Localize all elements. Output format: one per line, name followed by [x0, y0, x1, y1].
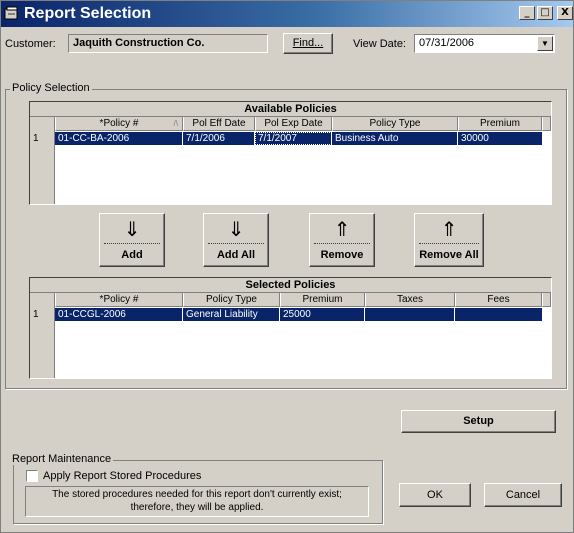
selected-policies-caption: Selected Policies [30, 278, 551, 293]
cell-exp-date: 7/1/2007 [255, 132, 332, 145]
col-premium[interactable]: Premium [280, 293, 365, 307]
add-button-label: Add [121, 249, 143, 261]
table-row[interactable]: 01-CC-BA-2006 7/1/2006 7/1/2007 Business… [55, 132, 543, 145]
button-divider [314, 243, 370, 244]
col-filler [542, 117, 551, 131]
available-policies-caption: Available Policies [30, 102, 551, 117]
customer-field: Jaquith Construction Co. [68, 34, 268, 53]
arrow-up-icon: ⇑ [333, 217, 351, 241]
col-filler [542, 293, 551, 307]
view-date-value: 07/31/2006 [419, 37, 475, 49]
remove-button[interactable]: ⇑ Remove [309, 213, 375, 267]
cell-eff-date: 7/1/2006 [183, 132, 255, 145]
col-policy-type[interactable]: Policy Type [183, 293, 280, 307]
policy-selection-title: Policy Selection [10, 82, 92, 94]
available-policies-grid[interactable]: Available Policies *Policy # /\ Pol Eff … [29, 101, 552, 205]
col-policy-number[interactable]: *Policy # /\ [55, 117, 183, 131]
remove-all-button[interactable]: ⇑ Remove All [414, 213, 484, 267]
col-fees[interactable]: Fees [455, 293, 542, 307]
app-icon [4, 6, 18, 20]
table-row[interactable]: 01-CCGL-2006 General Liability 25000 [55, 308, 543, 321]
setup-button[interactable]: Setup [401, 410, 556, 433]
cancel-button[interactable]: Cancel [484, 483, 562, 507]
col-pol-eff-date[interactable]: Pol Eff Date [183, 117, 255, 131]
col-pol-exp-date[interactable]: Pol Exp Date [255, 117, 332, 131]
note-line-2: therefore, they will be applied. [130, 502, 264, 513]
remove-all-button-label: Remove All [419, 249, 479, 261]
view-date-label: View Date: [353, 38, 406, 50]
find-button-label: Find... [292, 37, 324, 49]
report-selection-window: Report Selection _ □ X Customer: Jaquith… [0, 0, 574, 533]
report-maintenance-title: Report Maintenance [10, 453, 114, 465]
apply-procedures-checkbox[interactable] [26, 470, 38, 482]
button-divider [104, 243, 160, 244]
add-all-button[interactable]: ⇓ Add All [203, 213, 269, 267]
cell-fees [455, 308, 543, 321]
cell-premium: 25000 [280, 308, 365, 321]
window-title: Report Selection [24, 5, 152, 22]
cell-taxes [365, 308, 455, 321]
apply-procedures-label[interactable]: Apply Report Stored Procedures [43, 470, 201, 482]
cell-policy-type: Business Auto [332, 132, 458, 145]
view-date-select[interactable]: 07/31/2006 [414, 34, 555, 53]
note-line-1: The stored procedures needed for this re… [52, 489, 342, 500]
selected-policies-grid[interactable]: Selected Policies *Policy # Policy Type … [29, 277, 552, 379]
remove-button-label: Remove [320, 249, 364, 261]
cell-premium: 30000 [458, 132, 543, 145]
minimize-button[interactable]: _ [519, 6, 535, 20]
col-policy-type[interactable]: Policy Type [332, 117, 458, 131]
chevron-down-icon[interactable]: ▼ [537, 36, 553, 51]
button-divider [208, 243, 264, 244]
stored-procedures-note: The stored procedures needed for this re… [25, 486, 369, 517]
add-all-button-label: Add All [216, 249, 256, 261]
row-header-column [30, 293, 55, 378]
customer-label: Customer: [5, 38, 56, 50]
col-policy-number-label: *Policy # [99, 118, 139, 129]
ok-button[interactable]: OK [399, 483, 471, 507]
row-number: 1 [30, 132, 54, 145]
find-button[interactable]: Find... [283, 33, 333, 54]
cell-policy-number: 01-CC-BA-2006 [55, 132, 183, 145]
arrow-down-icon: ⇓ [227, 217, 245, 241]
col-policy-number[interactable]: *Policy # [55, 293, 183, 307]
row-number: 1 [30, 308, 54, 321]
add-button[interactable]: ⇓ Add [99, 213, 165, 267]
cell-policy-number: 01-CCGL-2006 [55, 308, 183, 321]
row-header-column [30, 117, 55, 204]
sort-ascending-icon: /\ [173, 119, 178, 128]
title-bar[interactable]: Report Selection _ □ X [1, 1, 573, 27]
col-taxes[interactable]: Taxes [365, 293, 455, 307]
arrow-up-icon: ⇑ [440, 217, 458, 241]
button-divider [419, 243, 479, 244]
cell-policy-type: General Liability [183, 308, 280, 321]
arrow-down-icon: ⇓ [123, 217, 141, 241]
col-premium[interactable]: Premium [458, 117, 542, 131]
close-button[interactable]: X [557, 6, 573, 20]
maximize-button[interactable]: □ [537, 6, 553, 20]
